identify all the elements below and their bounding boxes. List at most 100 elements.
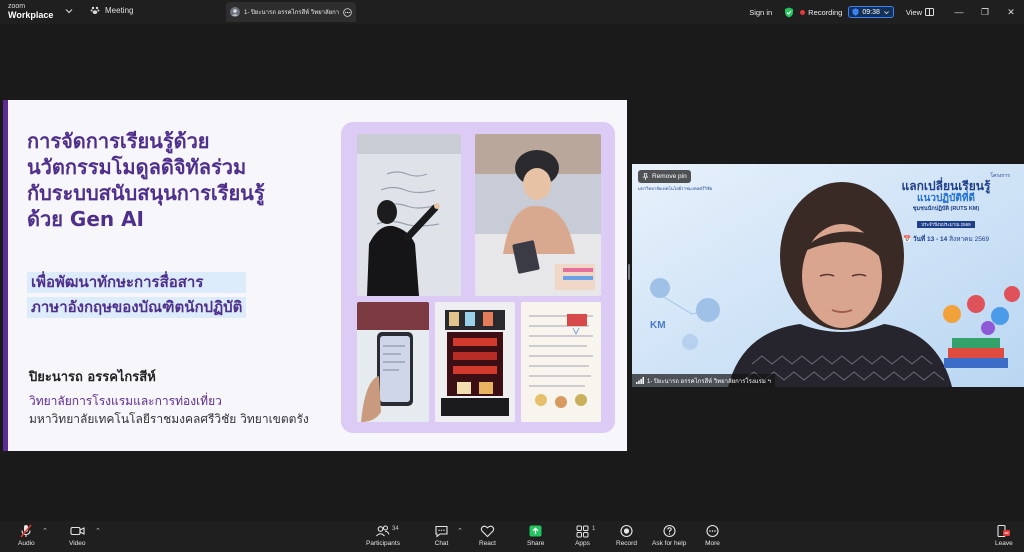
paw-icon (90, 6, 100, 14)
banner-title-2: แนวปฏิบัติที่ดี (917, 193, 975, 204)
km-badge: KM (650, 320, 666, 331)
chat-options-caret-icon[interactable]: ⌃ (457, 527, 463, 535)
audio-button[interactable]: Audio (18, 524, 35, 547)
slide-title-line: การจัดการเรียนรู้ด้วย (27, 129, 210, 153)
slide-title: การจัดการเรียนรู้ด้วย นวัตกรรมโมดูลดิจิท… (27, 128, 347, 232)
slide-title-line: ด้วย Gen AI (27, 207, 145, 231)
brand-small: zoom (8, 3, 26, 10)
participants-icon (376, 525, 390, 537)
restore-icon[interactable]: ❐ (972, 7, 998, 18)
leave-icon (997, 524, 1011, 538)
photo-phone-hand (357, 302, 429, 422)
apps-count: 1 (592, 526, 596, 532)
react-button[interactable]: React (479, 524, 496, 547)
share-label: Share (527, 540, 545, 547)
chevron-down-icon (883, 10, 889, 14)
banner-fiscal-year: ประจำปีงบประมาณ 2569 (917, 221, 975, 228)
meeting-timer[interactable]: 09:38 (848, 6, 894, 18)
meeting-tab[interactable]: 1- ปิยะนารถ อรรคไกรสีห์ วิทยาลัยการโร (226, 2, 356, 22)
shared-slide: การจัดการเรียนรู้ด้วย นวัตกรรมโมดูลดิจิท… (3, 100, 627, 451)
meeting-label: Meeting (105, 5, 134, 15)
video-options-caret-icon[interactable]: ⌃ (95, 527, 101, 535)
participants-label: Participants (366, 540, 400, 547)
help-icon (663, 524, 676, 538)
video-camera-icon (70, 526, 85, 536)
calendar-icon: 📅 (902, 236, 912, 243)
km-event-banner: โครงการ แลกเปลี่ยนเรียนรู้ แนวปฏิบัติที่… (872, 172, 1020, 244)
photo-diorama (435, 302, 515, 422)
meeting-controls: Audio ⌃ Video ⌃ Participants 34 Chat ⌃ R… (0, 521, 1024, 552)
avatar-icon (230, 7, 240, 17)
slide-subtitle: เพื่อพัฒนาทักษะการสื่อสาร ภาษาอังกฤษของบ… (27, 272, 247, 318)
slide-subtitle-line: ภาษาอังกฤษของบัณฑิตนักปฏิบัติ (27, 297, 247, 318)
participants-count: 34 (392, 526, 399, 532)
participant-video-tile[interactable]: Remove pin มหาวิทยาลัยเทคโนโลยีราชมงคลศร… (632, 164, 1024, 387)
shield-check-icon[interactable] (784, 7, 794, 18)
grid-icon (925, 8, 934, 16)
share-screen-icon (529, 525, 542, 537)
apps-icon (576, 525, 589, 538)
video-button[interactable]: Video (69, 524, 86, 547)
record-dot-icon (800, 9, 806, 15)
ask-for-help-button[interactable]: Ask for help (652, 524, 686, 547)
ask-for-help-label: Ask for help (652, 540, 687, 547)
heart-icon (480, 525, 495, 538)
record-button[interactable]: Record (616, 524, 637, 547)
meeting-menu[interactable]: Meeting (90, 5, 133, 15)
zoom-workplace-logo[interactable]: zoom Workplace (8, 3, 53, 20)
photo-notebook (521, 302, 601, 422)
remove-pin-button[interactable]: Remove pin (638, 170, 691, 183)
more-button[interactable]: More (705, 524, 720, 547)
close-icon[interactable]: ✕ (998, 7, 1024, 18)
banner-title-3: ชุมชนนักปฏิบัติ (RUTS KM) (912, 206, 980, 212)
audio-options-caret-icon[interactable]: ⌃ (42, 527, 48, 535)
remove-pin-label: Remove pin (652, 173, 687, 180)
photo-collage (341, 122, 615, 433)
react-label: React (479, 540, 496, 547)
photo-whiteboard (357, 134, 461, 296)
chat-button[interactable]: Chat (434, 524, 449, 547)
chat-bubble-icon (435, 525, 448, 538)
view-button[interactable]: View (906, 8, 934, 17)
slide-title-line: นวัตกรรมโมดูลดิจิทัลร่วม (27, 155, 247, 179)
pin-icon (642, 173, 649, 180)
sign-in-button[interactable]: Sign in (749, 8, 772, 17)
recording-label: Recording (808, 7, 843, 17)
leave-button[interactable]: Leave (995, 524, 1013, 547)
leave-label: Leave (995, 540, 1013, 547)
slide-affiliation-college: วิทยาลัยการโรงแรมและการท่องเที่ยว (29, 394, 222, 408)
banner-title-1: แลกเปลี่ยนเรียนรู้ (901, 179, 991, 193)
slide-affiliation-university: มหาวิทยาลัยเทคโนโลยีราชมงคลศรีวิชัย วิทย… (29, 412, 309, 426)
tab-title: 1- ปิยะนารถ อรรคไกรสีห์ วิทยาลัยการโร (244, 10, 339, 16)
banner-date-month: สิงหาคม 2569 (949, 236, 990, 243)
video-label: Video (69, 540, 86, 547)
signal-bars-icon (636, 377, 644, 384)
more-icon (706, 524, 719, 538)
top-bar: zoom Workplace Meeting 1- ปิยะนารถ อรรคไ… (0, 0, 1024, 24)
timer-value: 09:38 (862, 8, 880, 16)
slide-author: ปิยะนารถ อรรคไกรสีห์ (29, 370, 156, 385)
participant-name-bar: 1- ปิยะนารถ อรรคไกรสีห์ วิทยาลัยการโรงแร… (632, 374, 775, 387)
audio-label: Audio (18, 540, 35, 547)
chevron-down-icon[interactable] (64, 6, 74, 16)
chat-label: Chat (434, 540, 449, 547)
view-label: View (905, 7, 922, 17)
microphone-muted-icon (20, 524, 32, 538)
slide-title-line: กับระบบสนับสนุนการเรียนรู้ (27, 181, 265, 205)
apps-label: Apps (575, 540, 590, 547)
banner-org-text: มหาวิทยาลัยเทคโนโลยีราชมงคลศรีวิชัย (638, 186, 713, 191)
recording-indicator[interactable]: Recording (800, 8, 842, 17)
record-icon (620, 524, 633, 538)
banner-date-day: วันที่ 13 - 14 (912, 236, 948, 243)
apps-button[interactable]: Apps (575, 524, 590, 547)
share-button[interactable]: Share (527, 524, 544, 547)
panel-resize-handle[interactable] (628, 264, 630, 280)
photo-student-phone (475, 134, 601, 296)
slide-accent-bar (3, 100, 8, 451)
more-options-icon[interactable] (343, 7, 352, 17)
brand-large: Workplace (8, 10, 54, 20)
minimize-icon[interactable]: — (946, 7, 972, 17)
slide-subtitle-line: เพื่อพัฒนาทักษะการสื่อสาร (27, 272, 247, 293)
participant-name: 1- ปิยะนารถ อรรคไกรสีห์ วิทยาลัยการโรงแร… (647, 378, 771, 385)
more-label: More (705, 540, 720, 547)
